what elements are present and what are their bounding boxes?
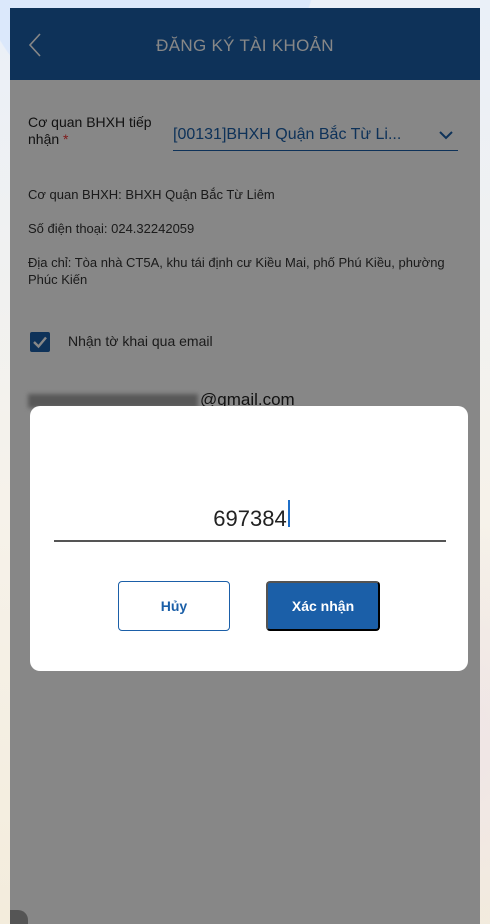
text-cursor	[288, 500, 290, 527]
phone-screen: ĐĂNG KÝ TÀI KHOẢN Cơ quan BHXH tiếp nhận…	[10, 8, 480, 924]
verification-dialog: Hủy Xác nhận	[30, 406, 468, 671]
cancel-button[interactable]: Hủy	[118, 581, 230, 631]
verification-code-input[interactable]	[54, 498, 446, 542]
confirm-button[interactable]: Xác nhận	[266, 581, 380, 631]
